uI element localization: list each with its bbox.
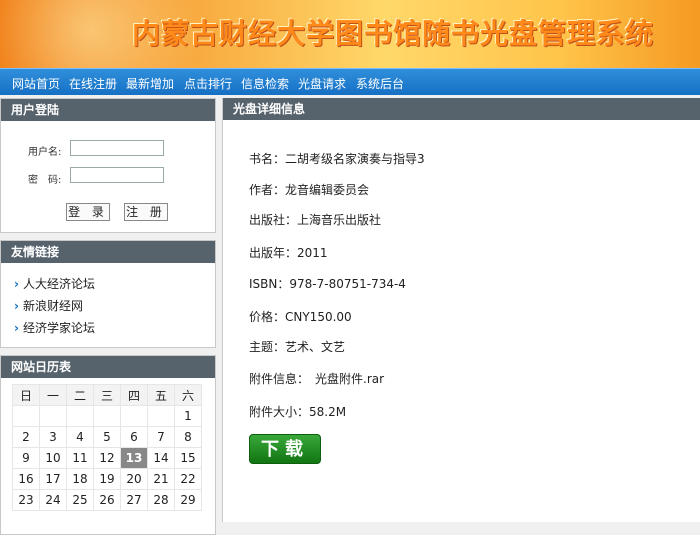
nav-search[interactable]: 信息检索 (241, 75, 289, 92)
nav-register[interactable]: 在线注册 (69, 75, 117, 92)
calendar-day[interactable]: 3 (39, 426, 67, 448)
calendar-day (147, 405, 175, 427)
calendar-day[interactable]: 28 (147, 489, 175, 511)
calendar-day[interactable]: 4 (66, 426, 94, 448)
register-button[interactable]: 注 册 (124, 203, 168, 221)
calendar-day[interactable]: 7 (147, 426, 175, 448)
calendar-day[interactable]: 11 (66, 447, 94, 469)
book-name: 书名：二胡考级名家演奏与指导3 (249, 152, 425, 166)
calendar-day[interactable]: 21 (147, 468, 175, 490)
calendar-week: 9 10 11 12 13 14 15 (12, 447, 202, 469)
weekday-sun: 日 (12, 384, 40, 406)
calendar-day (12, 405, 40, 427)
calendar-day[interactable]: 8 (174, 426, 202, 448)
detail-heading: 光盘详细信息 (223, 98, 700, 120)
calendar-week: 23 24 25 26 27 28 29 (12, 489, 202, 511)
weekday-fri: 五 (147, 384, 175, 406)
calendar-day[interactable]: 29 (174, 489, 202, 511)
link-economist-forum[interactable]: 经济学家论坛 (14, 319, 95, 336)
link-rd-forum[interactable]: 人大经济论坛 (14, 275, 95, 292)
calendar-day (120, 405, 148, 427)
weekday-sat: 六 (174, 384, 202, 406)
login-heading: 用户登陆 (1, 99, 215, 121)
calendar-heading: 网站日历表 (1, 356, 215, 378)
nav-home[interactable]: 网站首页 (12, 75, 60, 92)
calendar-day[interactable]: 1 (174, 405, 202, 427)
calendar-day[interactable]: 10 (39, 447, 67, 469)
weekday-mon: 一 (39, 384, 67, 406)
calendar-day[interactable]: 19 (93, 468, 121, 490)
link-sina-finance[interactable]: 新浪财经网 (14, 297, 83, 314)
password-input[interactable] (70, 167, 164, 183)
isbn: ISBN：978-7-80751-734-4 (249, 277, 406, 291)
calendar-day[interactable]: 12 (93, 447, 121, 469)
login-button[interactable]: 登 录 (66, 203, 110, 221)
calendar-day[interactable]: 9 (12, 447, 40, 469)
site-title: 内蒙古财经大学图书馆随书光盘管理系统 (132, 17, 655, 50)
calendar-week: 1 (12, 405, 202, 427)
weekday-thu: 四 (120, 384, 148, 406)
calendar-day[interactable]: 26 (93, 489, 121, 511)
calendar-day[interactable]: 25 (66, 489, 94, 511)
nav-latest[interactable]: 最新增加 (126, 75, 174, 92)
disc-detail-panel: 光盘详细信息 书名：二胡考级名家演奏与指导3 作者：龙音编辑委员会 出版社：上海… (222, 98, 700, 522)
subject: 主题：艺术、文艺 (249, 340, 346, 354)
calendar-day (93, 405, 121, 427)
calendar-week: 16 17 18 19 20 21 22 (12, 468, 202, 490)
password-label: 密 码: (28, 175, 62, 186)
calendar-day[interactable]: 18 (66, 468, 94, 490)
calendar-week: 2 3 4 5 6 7 8 (12, 426, 202, 448)
author: 作者：龙音编辑委员会 (249, 183, 370, 197)
calendar-today[interactable]: 13 (120, 447, 148, 469)
calendar-day[interactable]: 24 (39, 489, 67, 511)
calendar-day[interactable]: 16 (12, 468, 40, 490)
weekday-tue: 二 (66, 384, 94, 406)
attachment-size: 附件大小：58.2M (249, 405, 347, 419)
calendar-day[interactable]: 23 (12, 489, 40, 511)
calendar-day[interactable]: 14 (147, 447, 175, 469)
links-heading: 友情链接 (1, 241, 215, 263)
username-input[interactable] (70, 140, 164, 156)
calendar-day[interactable]: 5 (93, 426, 121, 448)
calendar-day[interactable]: 6 (120, 426, 148, 448)
calendar-day[interactable]: 27 (120, 489, 148, 511)
calendar-day[interactable]: 2 (12, 426, 40, 448)
top-nav: 网站首页 在线注册 最新增加 点击排行 信息检索 光盘请求 系统后台 (0, 68, 700, 95)
calendar-day[interactable]: 17 (39, 468, 67, 490)
publish-year: 出版年：2011 (249, 246, 328, 260)
calendar-day[interactable]: 15 (174, 447, 202, 469)
header-banner: 内蒙古财经大学图书馆随书光盘管理系统 (0, 0, 700, 68)
calendar-day (66, 405, 94, 427)
price: 价格：CNY150.00 (249, 310, 352, 324)
calendar-day (39, 405, 67, 427)
publisher: 出版社：上海音乐出版社 (249, 213, 382, 227)
download-button[interactable]: 下载 (249, 434, 321, 464)
calendar-table: 日 一 二 三 四 五 六 1 2 3 4 5 6 7 8 9 10 11 12… (12, 384, 202, 511)
calendar-weekday-row: 日 一 二 三 四 五 六 (12, 384, 202, 406)
calendar-day[interactable]: 22 (174, 468, 202, 490)
username-label: 用户名: (28, 147, 62, 158)
attachment-info[interactable]: 附件信息： 光盘附件.rar (249, 370, 384, 387)
nav-ranking[interactable]: 点击排行 (184, 75, 232, 92)
nav-admin[interactable]: 系统后台 (356, 75, 404, 92)
weekday-wed: 三 (93, 384, 121, 406)
calendar-day[interactable]: 20 (120, 468, 148, 490)
nav-disc-request[interactable]: 光盘请求 (298, 75, 346, 92)
